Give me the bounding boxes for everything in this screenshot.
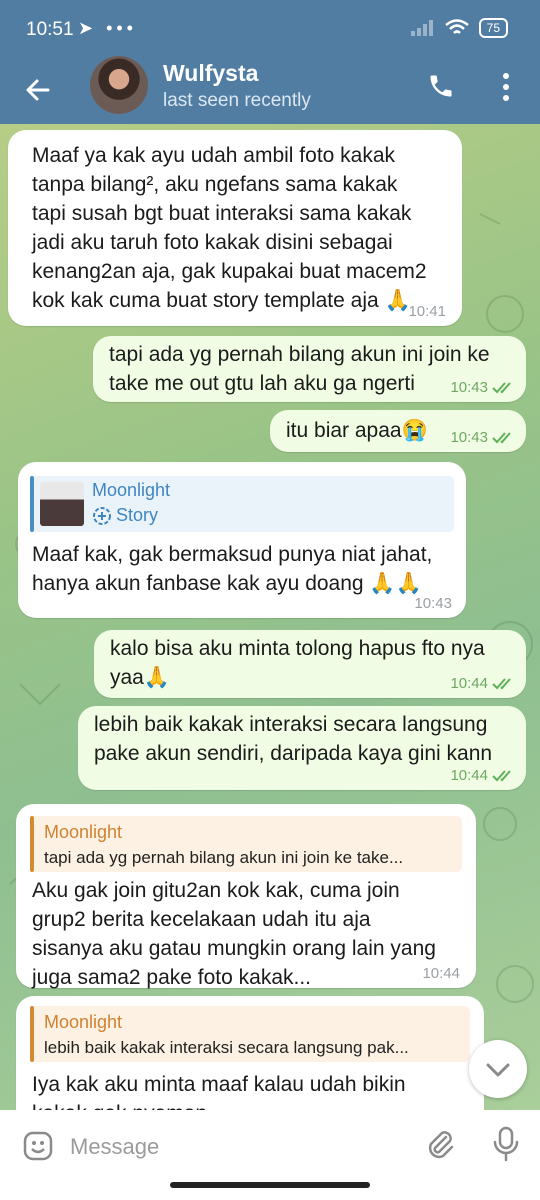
message-bubble-incoming[interactable]: Moonlight Story Maaf kak, gak bermaksud … [18, 462, 466, 618]
message-text: Maaf ya kak ayu udah ambil foto kakak ta… [32, 144, 427, 312]
reply-sender: Moonlight [44, 822, 123, 842]
message-time: 10:44 [450, 767, 488, 784]
reply-bar [30, 476, 34, 532]
message-bubble-outgoing[interactable]: tapi ada yg pernah bilang akun ini join … [93, 336, 526, 402]
reply-preview[interactable]: Moonlight tapi ada yg pernah bilang akun… [30, 816, 462, 872]
message-time: 10:43 [450, 429, 488, 446]
message-text: lebih baik kakak interaksi secara langsu… [94, 713, 493, 765]
message-time: 10:43 [450, 379, 488, 396]
notification-icons: ➤ ••• [78, 18, 137, 38]
emoji-icon[interactable] [22, 1130, 54, 1162]
reply-text: lebih baik kakak interaksi secara langsu… [44, 1038, 409, 1057]
attach-icon[interactable] [424, 1128, 456, 1160]
reply-text: Story [116, 505, 159, 525]
story-reply-preview[interactable]: Moonlight Story [30, 476, 454, 532]
avatar[interactable] [90, 56, 148, 114]
double-check-icon [492, 770, 511, 782]
double-check-icon [492, 678, 511, 690]
message-bubble-incoming[interactable]: Moonlight tapi ada yg pernah bilang akun… [16, 804, 476, 989]
message-bubble-incoming[interactable]: Maaf ya kak ayu udah ambil foto kakak ta… [8, 130, 462, 326]
message-input[interactable] [68, 1126, 412, 1168]
message-time: 10:43 [414, 595, 452, 612]
message-time: 10:44 [450, 675, 488, 692]
message-text: Maaf kak, gak bermaksud punya niat jahat… [32, 543, 433, 595]
phone-icon[interactable] [427, 72, 455, 100]
mic-icon[interactable] [492, 1126, 520, 1162]
wifi-icon [444, 19, 469, 34]
message-bubble-incoming[interactable]: Moonlight lebih baik kakak interaksi sec… [16, 996, 484, 1110]
message-bubble-outgoing[interactable]: lebih baik kakak interaksi secara langsu… [78, 706, 526, 790]
message-text: tapi ada yg pernah bilang akun ini join … [109, 343, 490, 395]
status-right: 75 [410, 18, 508, 38]
story-thumbnail [40, 482, 84, 526]
message-text: Iya kak aku minta maaf kalau udah bikin … [32, 1073, 406, 1110]
more-vert-icon[interactable] [496, 70, 516, 104]
scroll-down-button[interactable] [469, 1040, 527, 1098]
reply-sender: Moonlight [92, 480, 171, 500]
status-bar: 10:51 ➤ ••• 75 [0, 0, 540, 60]
message-text: kalo bisa aku minta tolong hapus fto nya… [110, 637, 485, 689]
status-time: 10:51 [26, 19, 74, 40]
signal-icon [410, 20, 433, 36]
message-bubble-outgoing[interactable]: itu biar apaa😭 10:43 [270, 410, 526, 452]
reply-text: tapi ada yg pernah bilang akun ini join … [44, 848, 404, 867]
battery-icon: 75 [478, 18, 508, 38]
double-check-icon [492, 382, 511, 394]
chevron-down-icon [486, 1063, 510, 1077]
reply-preview[interactable]: Moonlight lebih baik kakak interaksi sec… [30, 1006, 470, 1062]
reply-bar [30, 1006, 34, 1062]
message-text: Aku gak join gitu2an kok kak, cuma join … [32, 879, 436, 989]
gesture-nav-bar[interactable] [170, 1182, 370, 1188]
story-icon [93, 507, 111, 525]
contact-name[interactable]: Wulfysta [163, 60, 258, 87]
chat-header: Wulfysta last seen recently [0, 56, 540, 124]
message-text: itu biar apaa😭 [286, 419, 428, 442]
message-time: 10:44 [422, 965, 460, 982]
reply-bar [30, 816, 34, 872]
back-arrow-icon[interactable] [22, 74, 54, 106]
chat-area[interactable]: Maaf ya kak ayu udah ambil foto kakak ta… [0, 124, 540, 1110]
contact-status: last seen recently [163, 90, 311, 111]
message-bubble-outgoing[interactable]: kalo bisa aku minta tolong hapus fto nya… [94, 630, 526, 698]
message-time: 10:41 [408, 303, 446, 320]
double-check-icon [492, 432, 511, 444]
reply-sender: Moonlight [44, 1012, 123, 1032]
